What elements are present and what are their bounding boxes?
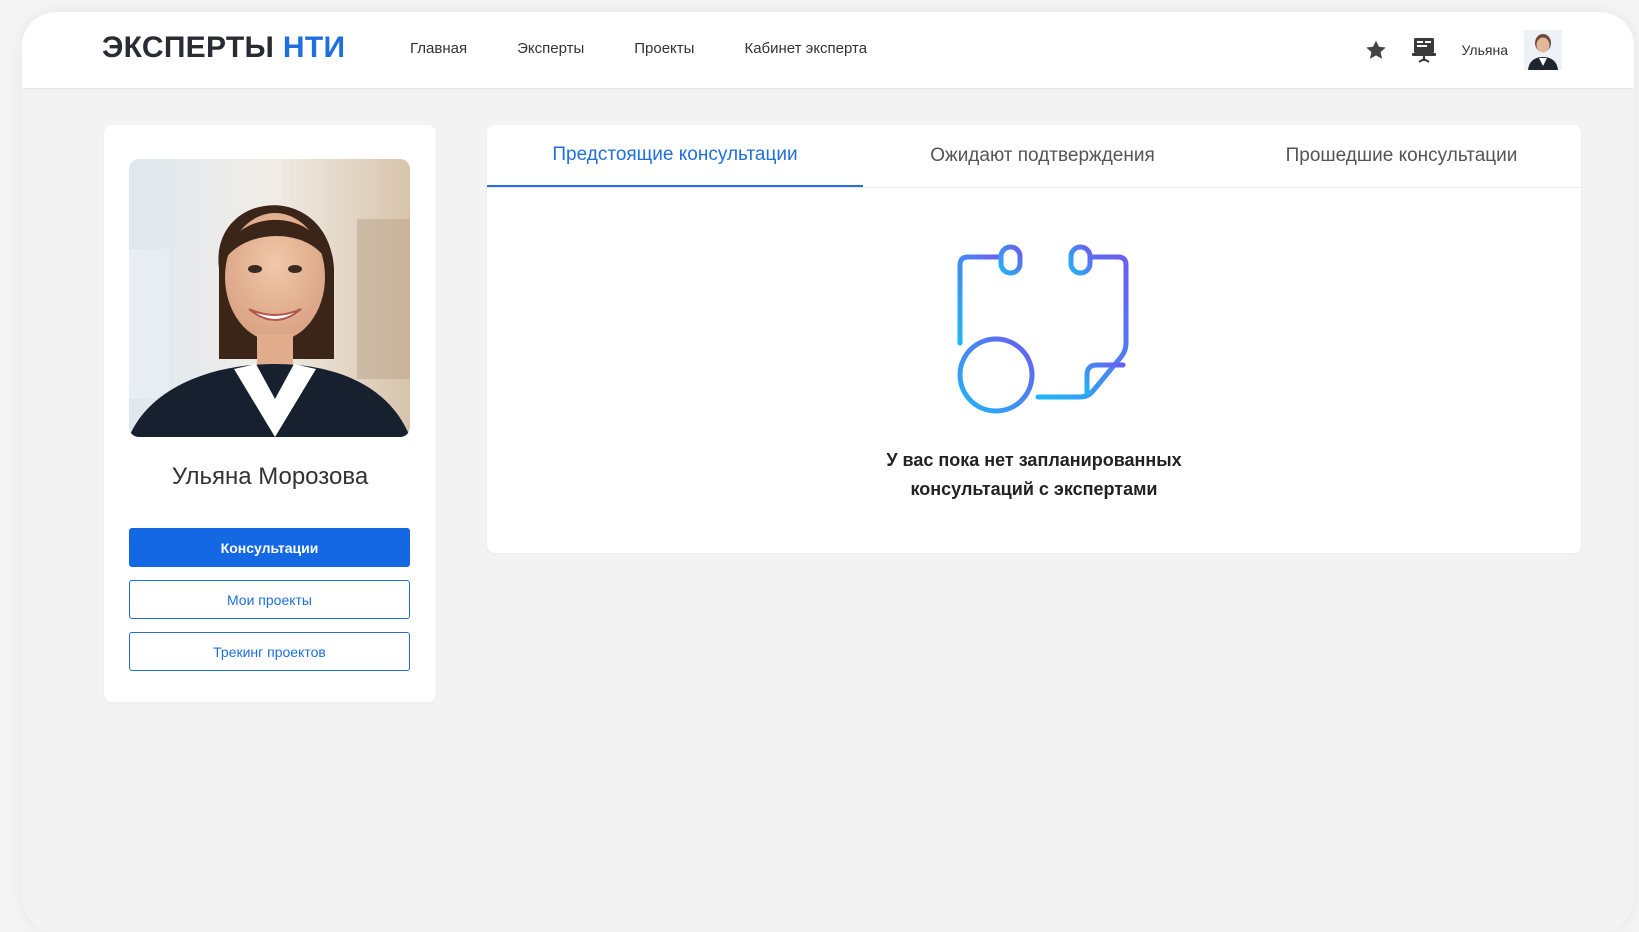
empty-state-line-2: консультаций с экспертами — [910, 479, 1158, 499]
presentation-board-icon[interactable] — [1409, 35, 1439, 65]
avatar[interactable] — [1524, 30, 1562, 70]
site-logo[interactable]: ЭКСПЕРТЫ НТИ — [102, 31, 345, 65]
tab-past[interactable]: Прошедшие консультации — [1222, 125, 1581, 187]
consultations-button[interactable]: Консультации — [129, 528, 410, 567]
star-icon[interactable] — [1361, 35, 1391, 65]
project-tracking-button[interactable]: Трекинг проектов — [129, 632, 410, 671]
nav-experts[interactable]: Эксперты — [517, 40, 584, 57]
tab-upcoming[interactable]: Предстоящие консультации — [487, 125, 863, 187]
nav-projects[interactable]: Проекты — [634, 40, 694, 57]
nav-home[interactable]: Главная — [410, 40, 467, 57]
logo-accent-text: НТИ — [282, 31, 346, 64]
consultations-panel: Предстоящие консультации Ожидают подтвер… — [487, 125, 1581, 553]
profile-photo — [129, 159, 410, 437]
app-window: ЭКСПЕРТЫ НТИ Главная Эксперты Проекты Ка… — [22, 12, 1634, 932]
main-nav: Главная Эксперты Проекты Кабинет эксперт… — [410, 40, 917, 57]
top-header: ЭКСПЕРТЫ НТИ Главная Эксперты Проекты Ка… — [22, 12, 1634, 89]
nav-expert-cabinet[interactable]: Кабинет эксперта — [744, 40, 867, 57]
tab-awaiting-confirmation[interactable]: Ожидают подтверждения — [863, 125, 1222, 187]
my-projects-button[interactable]: Мои проекты — [129, 580, 410, 619]
header-user-area: Ульяна — [1343, 30, 1562, 70]
profile-card: Ульяна Морозова Консультации Мои проекты… — [104, 125, 436, 702]
consultation-tabs: Предстоящие консультации Ожидают подтвер… — [487, 125, 1581, 188]
profile-name: Ульяна Морозова — [171, 463, 369, 490]
calendar-minus-icon — [957, 243, 1141, 423]
logo-main-text: ЭКСПЕРТЫ — [102, 31, 275, 64]
empty-state-message: У вас пока нет запланированных консульта… — [487, 446, 1581, 504]
empty-state-line-1: У вас пока нет запланированных — [886, 450, 1182, 470]
header-user-name[interactable]: Ульяна — [1461, 42, 1508, 58]
